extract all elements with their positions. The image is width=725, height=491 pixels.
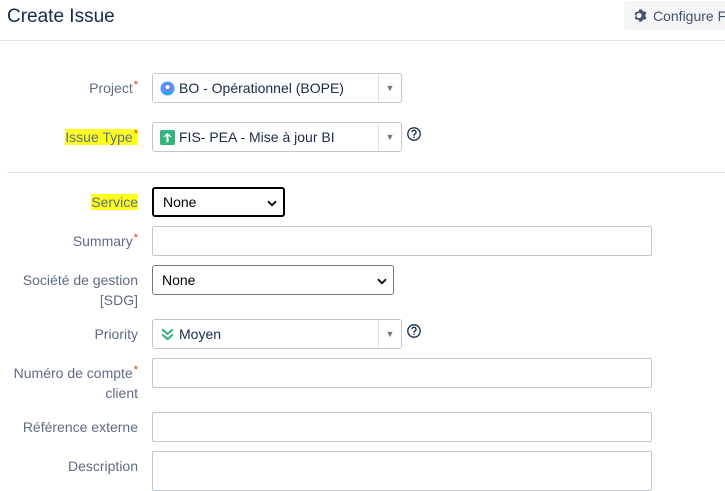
priority-double-chevron-down-icon	[160, 327, 175, 342]
priority-label: Priority	[94, 326, 138, 342]
chevron-down-icon[interactable]: ▼	[378, 123, 401, 151]
issue-type-value: FIS- PEA - Mise à jour BI	[179, 129, 335, 145]
chevron-down-icon	[377, 272, 387, 288]
chevron-down-icon[interactable]: ▼	[378, 320, 401, 348]
chevron-down-icon	[267, 194, 277, 210]
numero-compte-label: Numéro de compte* client	[13, 364, 138, 401]
project-avatar-icon	[160, 80, 175, 96]
summary-input[interactable]	[152, 226, 652, 256]
dialog-header: Create Issue Configure F	[0, 0, 725, 41]
configure-fields-label: Configure F	[653, 7, 725, 24]
help-icon[interactable]	[407, 127, 421, 141]
service-label: Service	[91, 194, 138, 210]
project-select[interactable]: BO - Opérationnel (BOPE) ▼	[152, 73, 402, 103]
reference-externe-label: Référence externe	[22, 419, 138, 435]
section-divider	[7, 172, 725, 173]
required-marker: *	[133, 364, 138, 376]
priority-value: Moyen	[179, 326, 222, 342]
help-icon[interactable]	[407, 324, 421, 338]
reference-externe-input[interactable]	[152, 412, 652, 442]
description-input[interactable]	[152, 451, 652, 491]
numero-compte-input[interactable]	[152, 358, 652, 388]
project-label: Project*	[89, 79, 138, 96]
project-value: BO - Opérationnel (BOPE)	[179, 80, 344, 96]
issue-type-label: Issue Type*	[65, 128, 138, 145]
page-title: Create Issue	[7, 6, 115, 27]
societe-gestion-select[interactable]: None	[152, 265, 394, 295]
configure-fields-button[interactable]: Configure F	[624, 1, 725, 30]
priority-select[interactable]: Moyen ▼	[152, 319, 402, 349]
required-marker: *	[133, 232, 138, 244]
issue-type-select[interactable]: FIS- PEA - Mise à jour BI ▼	[152, 122, 402, 152]
chevron-down-icon[interactable]: ▼	[378, 74, 401, 102]
service-value: None	[163, 194, 197, 210]
arrow-up-icon	[160, 129, 175, 145]
required-marker: *	[133, 79, 138, 91]
summary-label: Summary*	[72, 232, 138, 249]
gear-icon	[633, 8, 648, 23]
societe-gestion-label: Société de gestion [SDG]	[22, 272, 138, 308]
required-marker: *	[133, 128, 138, 140]
societe-gestion-value: None	[162, 272, 196, 288]
service-select[interactable]: None	[152, 187, 285, 217]
description-label: Description	[67, 458, 138, 474]
